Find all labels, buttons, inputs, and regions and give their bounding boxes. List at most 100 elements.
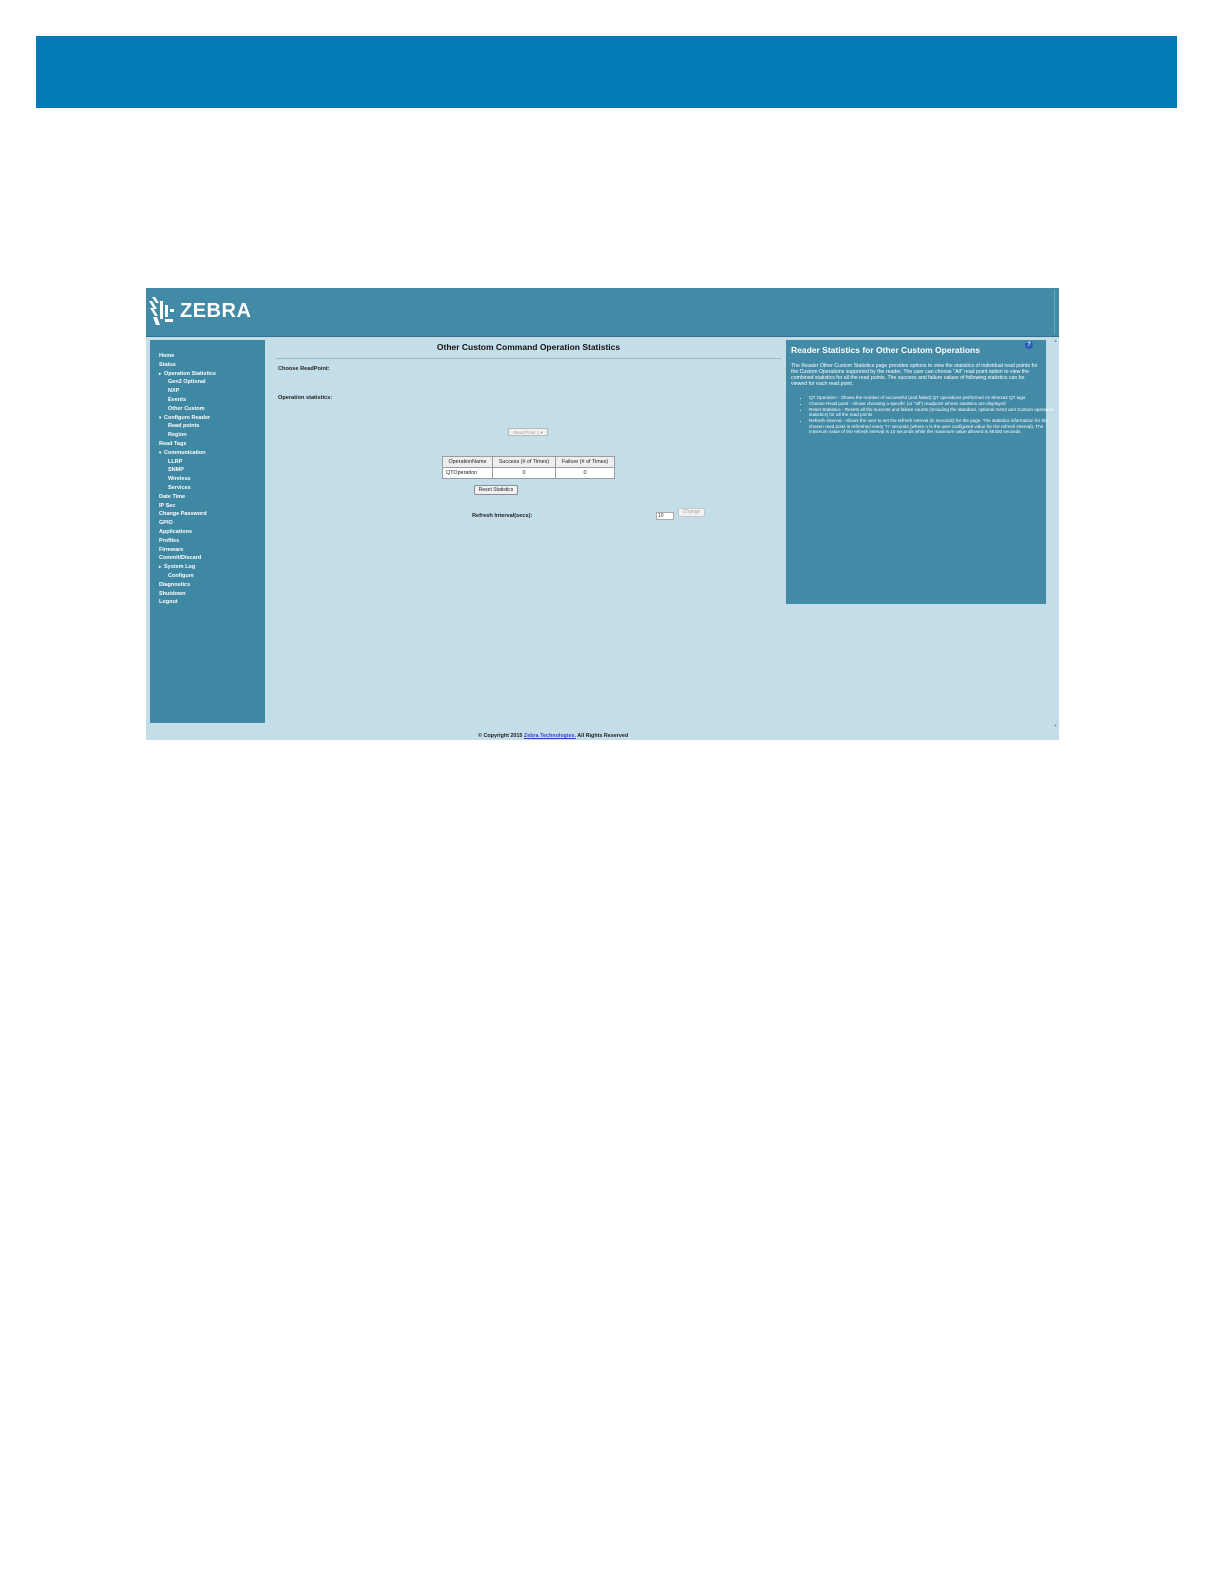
- sidebar-item-label: Firmware: [159, 546, 184, 553]
- table-row: QTOperation 0 0: [442, 467, 615, 479]
- page-title: Other Custom Command Operation Statistic…: [436, 342, 621, 352]
- sidebar-item-label: NXP: [168, 388, 180, 395]
- table-header-row: OperationName Success (# of Times) Failu…: [442, 456, 615, 468]
- help-title: Reader Statistics for Other Custom Opera…: [791, 345, 980, 355]
- sidebar-item-label: Gen2 Optional: [168, 379, 206, 386]
- sidebar-item-label: GPIO: [159, 520, 173, 527]
- column-header-operation-name: OperationName: [442, 456, 493, 468]
- sidebar-item-other-custom[interactable]: Other Custom: [150, 405, 265, 414]
- sidebar-item-label: Read points: [168, 423, 200, 430]
- reader-web-console: ZEBRA Home Status ▸ Operation Statistics Gen…: [146, 288, 1059, 740]
- choose-readpoint-label: Choose ReadPoint:: [278, 366, 330, 372]
- sidebar-item-label: Diagnostics: [159, 581, 191, 588]
- sidebar-item-read-points[interactable]: Read points: [150, 422, 265, 431]
- sidebar-item-label: Other Custom: [168, 405, 205, 412]
- sidebar-item-date-time[interactable]: Date Time: [150, 493, 265, 502]
- sidebar-navigation: Home Status ▸ Operation Statistics Gen2 Opti…: [150, 340, 265, 723]
- sidebar-item-events[interactable]: Events: [150, 396, 265, 405]
- header-divider: [1054, 290, 1055, 334]
- sidebar-item-ip-sec[interactable]: IP Sec: [150, 502, 265, 511]
- sidebar-item-label: Shutdown: [159, 590, 186, 597]
- sidebar-item-label: System Log: [164, 564, 196, 571]
- sidebar-item-services[interactable]: Services: [150, 484, 265, 493]
- sidebar-item-read-tags[interactable]: Read Tags: [150, 440, 265, 449]
- sidebar-item-label: Configure: [168, 572, 194, 579]
- sidebar-item-system-log[interactable]: ▸ System Log: [150, 563, 265, 572]
- sidebar-item-label: Read Tags: [159, 440, 187, 447]
- sidebar-item-label: Operation Statistics: [164, 370, 216, 377]
- sidebar-item-wireless[interactable]: Wireless: [150, 475, 265, 484]
- sidebar-item-label: Events: [168, 396, 187, 403]
- sidebar-item-label: SNMP: [168, 467, 184, 474]
- scroll-down-icon[interactable]: ▼: [1053, 723, 1058, 728]
- sidebar-item-status[interactable]: Status: [150, 361, 265, 370]
- sidebar-item-gen2-optional[interactable]: Gen2 Optional: [150, 378, 265, 387]
- copyright-text: © Copyright 2015: [478, 733, 523, 739]
- document-header-banner: [36, 36, 1177, 108]
- sidebar-item-label: Profiles: [159, 537, 180, 544]
- sidebar-item-profiles[interactable]: Profiles: [150, 537, 265, 546]
- sidebar-item-label: Status: [159, 361, 176, 368]
- sidebar-item-nxp[interactable]: NXP: [150, 387, 265, 396]
- scroll-up-icon[interactable]: ▲: [1053, 338, 1058, 343]
- main-content: Other Custom Command Operation Statistic…: [266, 336, 782, 740]
- zebra-technologies-link[interactable]: Zebra Technologies.: [524, 733, 576, 739]
- sidebar-item-label: Configure Reader: [164, 414, 211, 421]
- title-divider: [276, 358, 781, 359]
- change-button[interactable]: Change: [678, 508, 705, 517]
- sidebar-item-operation-statistics[interactable]: ▸ Operation Statistics: [150, 370, 265, 379]
- sidebar-item-label: Logout: [159, 599, 178, 606]
- sidebar-item-home[interactable]: Home: [150, 352, 265, 361]
- logo-wordmark: ZEBRA: [180, 299, 252, 322]
- footer-copyright: © Copyright 2015 Zebra Technologies. All…: [478, 733, 628, 739]
- sidebar-item-gpio[interactable]: GPIO: [150, 519, 265, 528]
- sidebar-item-label: Applications: [159, 528, 193, 535]
- sidebar-item-label: Services: [168, 484, 191, 491]
- sidebar-item-snmp[interactable]: SNMP: [150, 466, 265, 475]
- zebra-head-icon: [149, 297, 174, 325]
- app-header: ZEBRA: [146, 288, 1059, 337]
- readpoint-select-value: Read Point 1: [513, 430, 540, 435]
- success-count-cell: 0: [492, 467, 556, 479]
- operation-name-cell: QTOperation: [442, 467, 493, 479]
- sidebar-item-label: IP Sec: [159, 502, 176, 509]
- help-bullet: Choose Read point - Allows choosing a sp…: [809, 401, 1059, 406]
- sidebar-item-shutdown[interactable]: Shutdown: [150, 590, 265, 599]
- sidebar-item-firmware[interactable]: Firmware: [150, 546, 265, 555]
- sidebar-item-region[interactable]: Region: [150, 431, 265, 440]
- help-icon[interactable]: ?: [1025, 341, 1033, 349]
- sidebar-item-label: LLRP: [168, 458, 183, 465]
- sidebar-item-llrp[interactable]: LLRP: [150, 458, 265, 467]
- column-header-success: Success (# of Times): [492, 456, 556, 468]
- help-bullet-list: QT Operation - Shows the number of succe…: [791, 395, 1059, 435]
- sidebar-item-configure-reader[interactable]: ▾ Configure Reader: [150, 414, 265, 423]
- operation-statistics-label: Operation statistics:: [278, 395, 333, 401]
- refresh-interval-label: Refresh Interval(secs):: [472, 513, 533, 519]
- help-bullet: QT Operation - Shows the number of succe…: [809, 395, 1059, 400]
- sidebar-item-label: Commit/Discard: [159, 555, 202, 562]
- sidebar-item-logout[interactable]: Logout: [150, 598, 265, 607]
- sidebar-item-configure[interactable]: Configure: [150, 572, 265, 581]
- rights-text: All Rights Reserved: [577, 733, 629, 739]
- sidebar-item-label: Communication: [164, 449, 206, 456]
- sidebar-item-communication[interactable]: ▾ Communication: [150, 449, 265, 458]
- zebra-logo: ZEBRA: [148, 294, 251, 328]
- refresh-interval-input[interactable]: 10: [656, 512, 674, 520]
- help-bullet: Refresh Interval - Allows the user to se…: [809, 418, 1059, 434]
- reset-statistics-button[interactable]: Reset Statistics: [474, 485, 518, 495]
- help-intro: The Reader Other Custom Statistics page …: [791, 363, 1038, 387]
- column-header-failure: Failure (# of Times): [555, 456, 615, 468]
- readpoint-select[interactable]: Read Point 1 ▾: [508, 428, 548, 436]
- sidebar-item-label: Region: [168, 432, 187, 439]
- chevron-down-icon: ▾: [540, 430, 543, 435]
- help-panel: Reader Statistics for Other Custom Opera…: [786, 340, 1053, 604]
- scrollbar[interactable]: ▲ ▼: [1053, 338, 1058, 728]
- sidebar-item-change-password[interactable]: Change Password: [150, 510, 265, 519]
- sidebar-item-label: Date Time: [159, 493, 186, 500]
- sidebar-item-applications[interactable]: Applications: [150, 528, 265, 537]
- sidebar-menu: Home Status ▸ Operation Statistics Gen2 Opti…: [150, 340, 265, 607]
- sidebar-item-label: Home: [159, 353, 175, 359]
- sidebar-item-commit-discard[interactable]: Commit/Discard: [150, 554, 265, 563]
- sidebar-item-label: Change Password: [159, 511, 207, 518]
- sidebar-item-diagnostics[interactable]: Diagnostics: [150, 581, 265, 590]
